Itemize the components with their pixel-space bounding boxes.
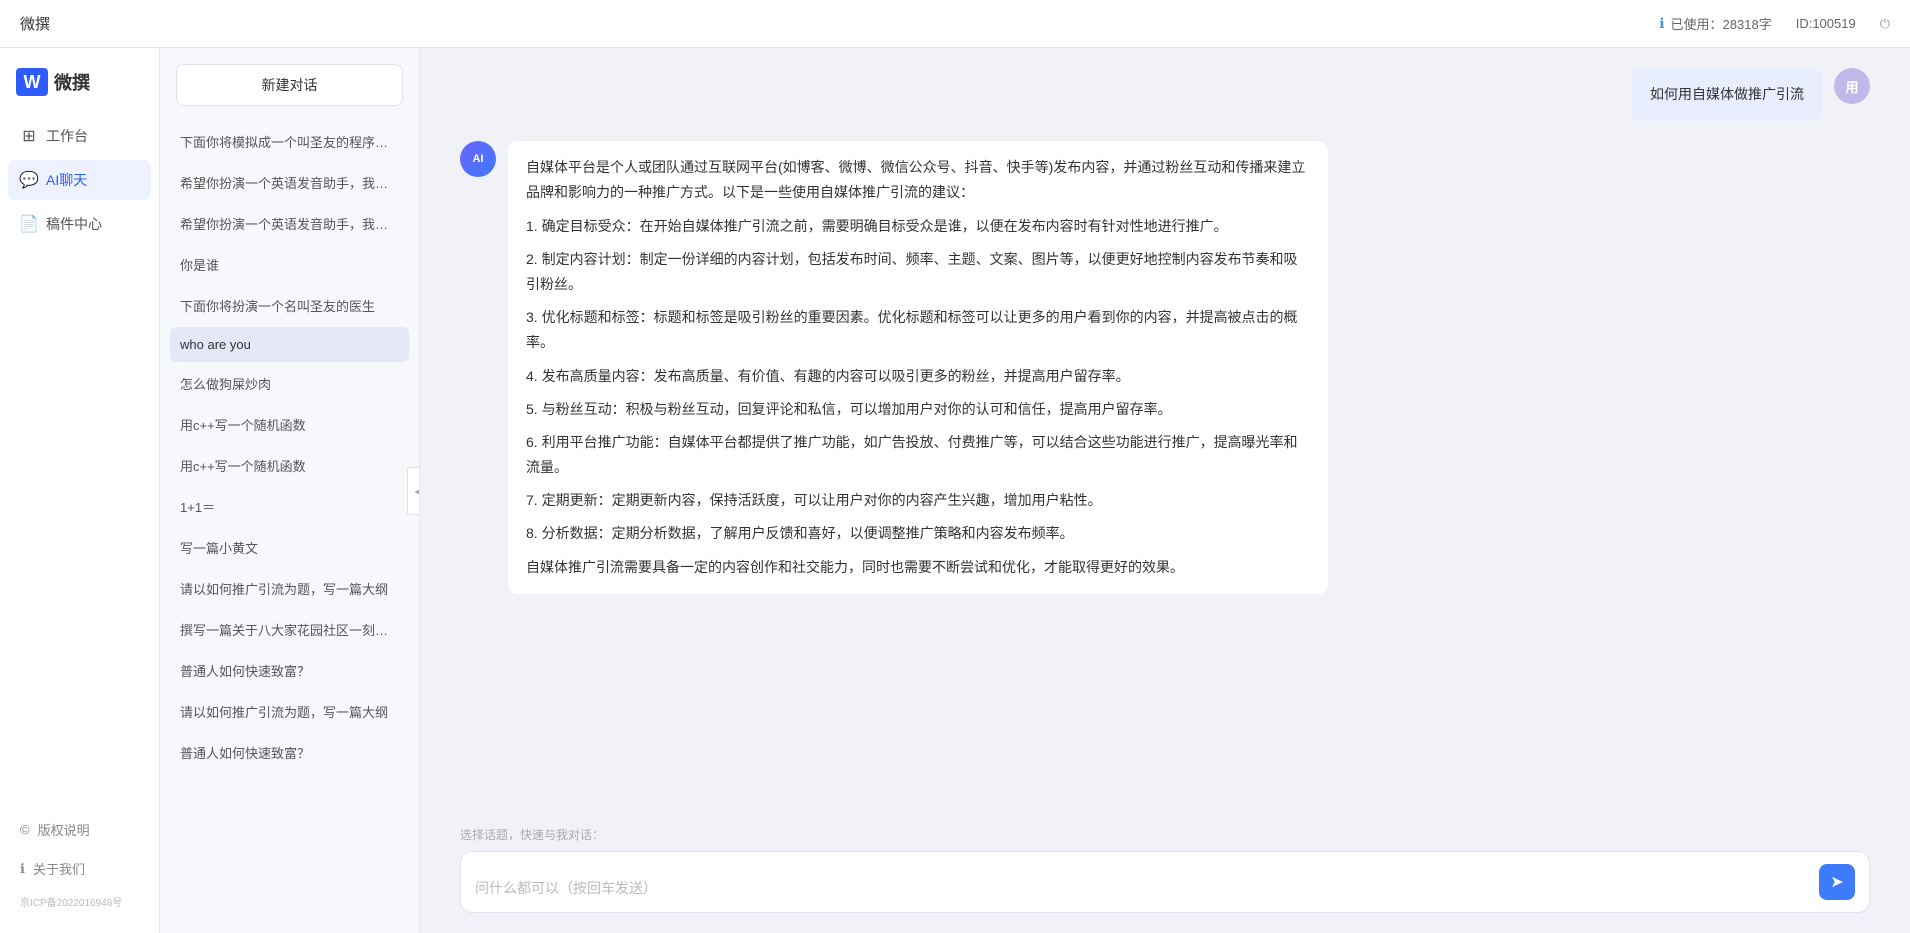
chat-main: 用如何用自媒体做推广引流 AI 自媒体平台是个人或团队通过互联网平台(如博客、微博、… [420,48,1910,933]
message-row: AI 自媒体平台是个人或团队通过互联网平台(如博客、微博、微信公众号、抖音、快手等… [460,141,1870,594]
sidebar-item-drafts[interactable]: 📄 稿件中心 [8,204,151,244]
quick-topics-label: 选择话题，快速与我对话： [460,826,1870,843]
chat-history-item[interactable]: 希望你扮演一个英语发音助手，我提供给你... [170,163,409,202]
avatar: 用 [1834,68,1870,104]
about-icon: ℹ [20,861,25,877]
sidebar-item-ai-chat[interactable]: 💬 AI聊天 [8,160,151,200]
sidebar-item-copyright[interactable]: © 版权说明 [8,812,151,847]
chat-history-list: 下面你将模拟成一个叫圣友的程序员，我说...希望你扮演一个英语发音助手，我提供给… [160,122,419,933]
topbar: 微撰 ℹ 已使用：28318字 ID:100519 ⏻ [0,0,1910,48]
chat-history-item[interactable]: who are you [170,327,409,362]
chat-history-item[interactable]: 希望你扮演一个英语发音助手，我提供给你... [170,204,409,243]
chat-history-item[interactable]: 怎么做狗屎炒肉 [170,364,409,403]
chat-history-item[interactable]: 1+1＝ [170,487,409,526]
input-wrapper: ➤ [460,851,1870,913]
chat-history-item[interactable]: 用c++写一个随机函数 [170,405,409,444]
chat-history-item[interactable]: 下面你将扮演一个名叫圣友的医生 [170,286,409,325]
sidebar-item-about[interactable]: ℹ 关于我们 [8,851,151,886]
message-bubble: 如何用自媒体做推广引流 [1632,68,1822,121]
logo-text: 微撰 [54,69,90,95]
sidebar-logo: W 微撰 [0,68,159,116]
new-chat-button[interactable]: 新建对话 [176,64,403,106]
sidebar-item-workbench[interactable]: ⊞ 工作台 [8,116,151,156]
icp-text: 京ICP备2022016948号 [8,890,151,913]
collapse-sidebar-button[interactable]: ◀ [407,467,420,515]
ai-chat-icon: 💬 [20,171,38,189]
chat-history-item[interactable]: 下面你将模拟成一个叫圣友的程序员，我说... [170,122,409,161]
main-layout: W 微撰 ⊞ 工作台 💬 AI聊天 📄 稿件中心 © 版权说明 ℹ [0,48,1910,933]
topbar-title: 微撰 [20,13,50,34]
chat-history-item[interactable]: 请以如何推广引流为题，写一篇大纲 [170,569,409,608]
about-label: 关于我们 [33,859,85,878]
chat-messages: 用如何用自媒体做推广引流 AI 自媒体平台是个人或团队通过互联网平台(如博客、微博、… [420,48,1910,816]
message-bubble: 自媒体平台是个人或团队通过互联网平台(如博客、微博、微信公众号、抖音、快手等)发… [508,141,1328,594]
chat-history-panel: 新建对话 下面你将模拟成一个叫圣友的程序员，我说...希望你扮演一个英语发音助手… [160,48,420,933]
sidebar: W 微撰 ⊞ 工作台 💬 AI聊天 📄 稿件中心 © 版权说明 ℹ [0,48,160,933]
chat-history-item[interactable]: 普通人如何快速致富？ [170,651,409,690]
topbar-right: ℹ 已使用：28318字 ID:100519 ⏻ [1659,14,1890,33]
chat-history-item[interactable]: 普通人如何快速致富？ [170,733,409,772]
usage-text: 已使用：28318字 [1671,14,1772,33]
message-row: 用如何用自媒体做推广引流 [460,68,1870,121]
chat-input[interactable] [475,878,1809,900]
chat-history-item[interactable]: 写一篇小黄文 [170,528,409,567]
send-icon: ➤ [1830,872,1843,892]
copyright-icon: © [20,822,30,837]
topbar-usage: ℹ 已使用：28318字 [1659,14,1771,33]
sidebar-item-label: AI聊天 [46,170,87,190]
chat-history-item[interactable]: 撰写一篇关于八大家花园社区一刻钟便民生... [170,610,409,649]
avatar: AI [460,141,496,177]
chat-history-item[interactable]: 用c++写一个随机函数 [170,446,409,485]
sidebar-item-label: 稿件中心 [46,214,102,234]
usage-icon: ℹ [1659,15,1664,32]
chat-input-area: 选择话题，快速与我对话： ➤ [420,816,1910,933]
logout-icon[interactable]: ⏻ [1880,16,1890,32]
sidebar-nav: ⊞ 工作台 💬 AI聊天 📄 稿件中心 [0,116,159,812]
send-button[interactable]: ➤ [1819,864,1855,900]
chat-history-item[interactable]: 你是谁 [170,245,409,284]
copyright-label: 版权说明 [38,820,90,839]
sidebar-item-label: 工作台 [46,126,88,146]
drafts-icon: 📄 [20,215,38,233]
topbar-id: ID:100519 [1796,16,1856,31]
workbench-icon: ⊞ [20,127,38,145]
chat-history-item[interactable]: 请以如何推广引流为题，写一篇大纲 [170,692,409,731]
sidebar-bottom: © 版权说明 ℹ 关于我们 京ICP备2022016948号 [0,812,159,923]
logo-icon: W [16,68,48,96]
